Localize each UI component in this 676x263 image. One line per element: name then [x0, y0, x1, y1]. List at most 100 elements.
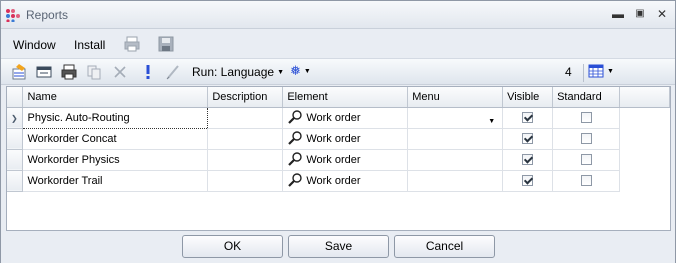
visible-checkbox[interactable]	[522, 154, 534, 166]
toolbar: Run: Language ▼ ❅ ▼ 4 ▼	[1, 58, 675, 85]
reports-window: Reports ▬ ▣ ✕ Window Install Run: Langua…	[0, 0, 676, 263]
standard-checkbox[interactable]	[580, 112, 592, 124]
filler-cell	[620, 128, 670, 149]
minimize-icon[interactable]: ▬	[609, 6, 627, 22]
cell-visible[interactable]	[502, 107, 554, 129]
table-row[interactable]: Workorder Trail Work order	[7, 170, 670, 192]
cell-name[interactable]: Workorder Concat	[22, 128, 209, 150]
print-icon[interactable]	[123, 35, 141, 53]
element-label: Work order	[306, 174, 361, 187]
cancel-button[interactable]: Cancel	[394, 235, 495, 258]
wrench-icon	[288, 151, 303, 166]
cell-standard[interactable]	[552, 170, 621, 192]
cell-menu[interactable]: ▼	[407, 107, 504, 129]
filler-cell	[620, 170, 670, 191]
cell-menu[interactable]	[407, 170, 504, 192]
close-icon[interactable]: ✕	[653, 6, 671, 22]
ok-button[interactable]: OK	[182, 235, 283, 258]
column-header-filler	[619, 87, 670, 108]
cell-element[interactable]: Work order	[282, 149, 409, 171]
cell-visible[interactable]	[502, 128, 554, 150]
grid-layout-icon	[588, 64, 604, 78]
chevron-down-icon: ▼	[277, 69, 285, 77]
grid-layout-dropdown[interactable]: ▼	[588, 63, 614, 79]
run-language-label: Run: Language	[192, 65, 275, 79]
row-indicator	[7, 128, 24, 150]
element-label: Work order	[306, 153, 361, 166]
wrench-icon	[288, 172, 303, 187]
chevron-down-icon: ▼	[607, 67, 614, 75]
filler-cell	[620, 107, 670, 128]
delete-icon[interactable]	[111, 63, 129, 81]
cell-name[interactable]: Workorder Physics	[22, 149, 209, 171]
wrench-icon	[288, 109, 303, 124]
chevron-down-icon: ▼	[303, 68, 311, 76]
standard-checkbox[interactable]	[580, 154, 592, 166]
visible-checkbox[interactable]	[522, 133, 534, 145]
menu-bar: Window Install	[1, 30, 675, 58]
visible-checkbox[interactable]	[522, 112, 534, 124]
visible-checkbox[interactable]	[522, 175, 534, 187]
menu-install[interactable]: Install	[74, 38, 105, 52]
cell-standard[interactable]	[552, 107, 621, 129]
header-row: Name Description Element Menu Visible St…	[7, 87, 670, 108]
element-label: Work order	[306, 111, 361, 124]
column-header-visible[interactable]: Visible	[502, 87, 554, 108]
snowflake-dropdown[interactable]: ❅ ▼	[290, 63, 311, 79]
cell-visible[interactable]	[502, 149, 554, 171]
cell-standard[interactable]	[552, 149, 621, 171]
alert-icon[interactable]	[139, 63, 157, 81]
run-language-dropdown[interactable]: Run: Language ▼	[192, 65, 284, 79]
reports-grid: Name Description Element Menu Visible St…	[6, 86, 671, 231]
copy-icon[interactable]	[85, 63, 103, 81]
column-header-description[interactable]: Description	[207, 87, 284, 108]
filler-cell	[620, 149, 670, 170]
cell-description[interactable]	[207, 107, 284, 129]
column-header-standard[interactable]: Standard	[552, 87, 621, 108]
cell-description[interactable]	[207, 149, 284, 171]
table-row[interactable]: Workorder Concat Work order	[7, 128, 670, 150]
print-preview-icon[interactable]	[60, 63, 78, 81]
cell-name[interactable]: Physic. Auto-Routing	[22, 106, 209, 129]
wrench-icon	[288, 130, 303, 145]
cell-menu[interactable]	[407, 149, 504, 171]
title-bar[interactable]: Reports ▬ ▣ ✕	[1, 1, 675, 29]
cell-element[interactable]: Work order	[282, 107, 409, 129]
menu-window[interactable]: Window	[13, 38, 56, 52]
app-logo-icon	[6, 9, 20, 22]
new-report-icon[interactable]	[10, 63, 28, 81]
cell-description[interactable]	[207, 170, 284, 192]
element-label: Work order	[306, 132, 361, 145]
record-count: 4	[565, 65, 572, 79]
cell-menu[interactable]	[407, 128, 504, 150]
column-header-name[interactable]: Name	[22, 87, 209, 108]
row-indicator-header	[7, 87, 24, 108]
toolbar-separator	[583, 64, 584, 82]
column-header-menu[interactable]: Menu	[407, 87, 504, 108]
standard-checkbox[interactable]	[580, 175, 592, 187]
cell-visible[interactable]	[502, 170, 554, 192]
window-title: Reports	[26, 8, 69, 22]
cell-standard[interactable]	[552, 128, 621, 150]
standard-checkbox[interactable]	[580, 133, 592, 145]
reports-table: Name Description Element Menu Visible St…	[7, 87, 670, 192]
cell-element[interactable]: Work order	[282, 128, 409, 150]
save-button[interactable]: Save	[288, 235, 389, 258]
cell-element[interactable]: Work order	[282, 170, 409, 192]
dialog-footer: OK Save Cancel	[1, 232, 675, 263]
row-indicator	[7, 149, 24, 171]
table-row[interactable]: Workorder Physics Work order	[7, 149, 670, 171]
chevron-down-icon[interactable]: ▼	[488, 118, 495, 125]
column-header-element[interactable]: Element	[282, 87, 409, 108]
row-indicator	[7, 170, 24, 192]
edit-icon[interactable]	[35, 63, 53, 81]
table-row[interactable]: ❯ Physic. Auto-Routing Work order ▼	[7, 106, 670, 129]
snowflake-icon: ❅	[290, 63, 301, 78]
maximize-icon[interactable]: ▣	[631, 6, 649, 22]
pen-icon[interactable]	[164, 63, 182, 81]
row-indicator: ❯	[7, 107, 24, 129]
cell-description[interactable]	[207, 128, 284, 150]
current-row-icon: ❯	[11, 113, 18, 123]
save-icon[interactable]	[157, 35, 175, 53]
cell-name[interactable]: Workorder Trail	[22, 170, 209, 192]
